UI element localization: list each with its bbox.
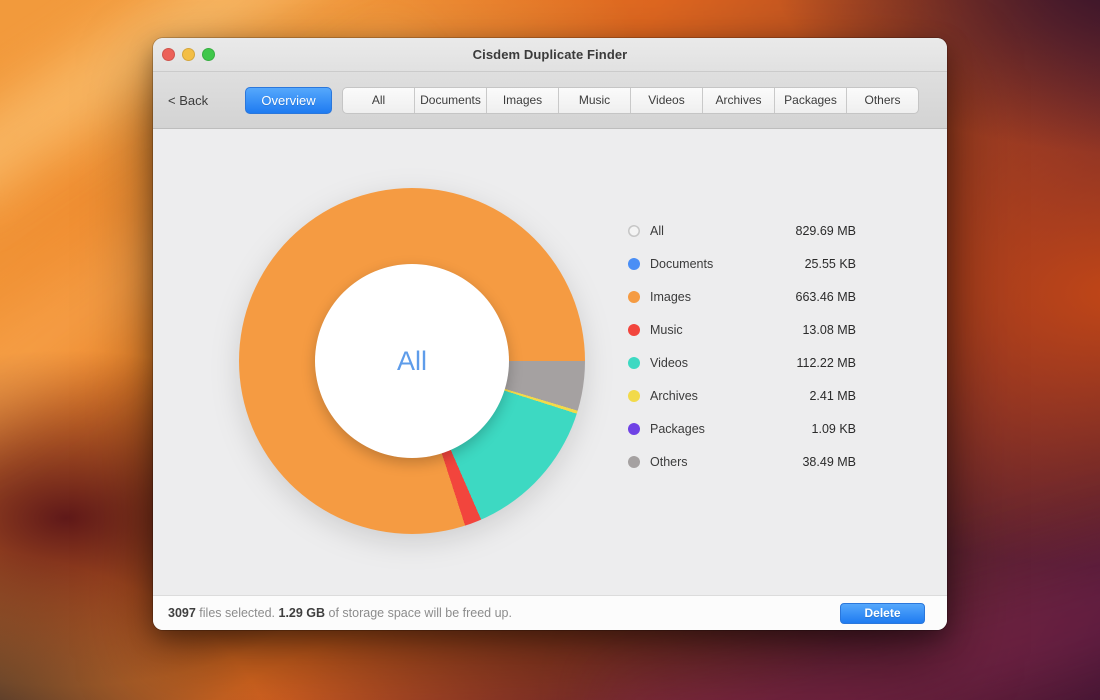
files-text: files selected. — [196, 606, 279, 620]
files-count: 3097 — [168, 606, 196, 620]
app-window: Cisdem Duplicate Finder < Back Overview … — [153, 38, 947, 630]
legend-size-value: 663.46 MB — [796, 290, 856, 304]
legend-row-documents: Documents 25.55 KB — [628, 247, 856, 280]
chart-legend: All 829.69 MB Documents 25.55 KB Images 663.4… — [628, 214, 856, 478]
donut-center: All — [315, 264, 509, 458]
back-button[interactable]: < Back — [168, 93, 213, 108]
window-title: Cisdem Duplicate Finder — [153, 47, 947, 62]
legend-row-archives: Archives 2.41 MB — [628, 379, 856, 412]
donut-chart[interactable]: All — [239, 188, 585, 534]
tab-all[interactable]: All — [343, 88, 415, 113]
legend-size-value: 25.55 KB — [805, 257, 856, 271]
archives-color-dot — [628, 390, 640, 402]
legend-size-value: 13.08 MB — [802, 323, 856, 337]
legend-row-packages: Packages 1.09 KB — [628, 412, 856, 445]
toolbar: < Back Overview AllDocumentsImagesMusicV… — [153, 72, 947, 129]
tab-music[interactable]: Music — [559, 88, 631, 113]
legend-row-videos: Videos 112.22 MB — [628, 346, 856, 379]
others-color-dot — [628, 456, 640, 468]
legend-label: Others — [650, 455, 688, 469]
images-color-dot — [628, 291, 640, 303]
legend-label: Documents — [650, 257, 713, 271]
legend-size-value: 38.49 MB — [802, 455, 856, 469]
tab-archives[interactable]: Archives — [703, 88, 775, 113]
legend-size-value: 2.41 MB — [809, 389, 856, 403]
tab-others[interactable]: Others — [847, 88, 918, 113]
size-value: 1.29 GB — [279, 606, 326, 620]
music-color-dot — [628, 324, 640, 336]
delete-button[interactable]: Delete — [840, 603, 925, 624]
legend-label: Music — [650, 323, 683, 337]
donut-center-label: All — [397, 346, 427, 377]
status-bar: 3097 files selected. 1.29 GB of storage … — [153, 595, 947, 630]
legend-row-others: Others 38.49 MB — [628, 445, 856, 478]
legend-label: Videos — [650, 356, 688, 370]
legend-label: All — [650, 224, 664, 238]
tab-packages[interactable]: Packages — [775, 88, 847, 113]
legend-row-images: Images 663.46 MB — [628, 280, 856, 313]
tab-images[interactable]: Images — [487, 88, 559, 113]
size-text: of storage space will be freed up. — [325, 606, 512, 620]
overview-button[interactable]: Overview — [245, 87, 332, 114]
status-text: 3097 files selected. 1.29 GB of storage … — [168, 606, 840, 620]
videos-color-dot — [628, 357, 640, 369]
legend-size-value: 1.09 KB — [812, 422, 856, 436]
legend-row-all: All 829.69 MB — [628, 214, 856, 247]
tab-videos[interactable]: Videos — [631, 88, 703, 113]
legend-label: Images — [650, 290, 691, 304]
legend-row-music: Music 13.08 MB — [628, 313, 856, 346]
overview-content: All All 829.69 MB Documents 25.55 KB Images 6… — [153, 129, 947, 595]
all-color-dot — [628, 225, 640, 237]
documents-color-dot — [628, 258, 640, 270]
legend-label: Archives — [650, 389, 698, 403]
packages-color-dot — [628, 423, 640, 435]
legend-size-value: 112.22 MB — [796, 356, 856, 370]
legend-label: Packages — [650, 422, 705, 436]
category-tabs: AllDocumentsImagesMusicVideosArchivesPac… — [342, 87, 919, 114]
legend-size-value: 829.69 MB — [796, 224, 856, 238]
tab-documents[interactable]: Documents — [415, 88, 487, 113]
title-bar[interactable]: Cisdem Duplicate Finder — [153, 38, 947, 72]
